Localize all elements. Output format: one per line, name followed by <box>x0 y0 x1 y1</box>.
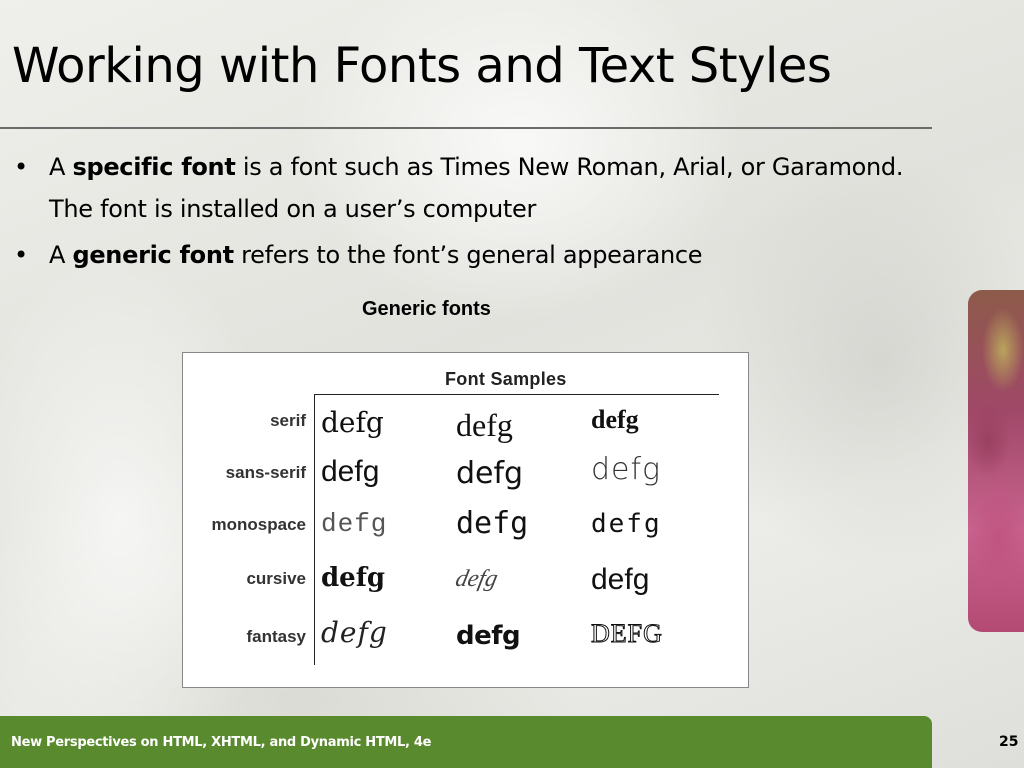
sample-cursive-1: defg <box>321 563 386 593</box>
footer-text: New Perspectives on HTML, XHTML, and Dyn… <box>11 735 432 750</box>
bullet-text-prefix: A <box>49 241 73 269</box>
row-label-serif: serif <box>270 411 306 430</box>
sample-serif-3: defg <box>591 405 639 434</box>
sample-cursive-2: defg <box>453 566 501 592</box>
bullet-text-rest: refers to the font’s general appearance <box>233 241 703 269</box>
figure-header-rule <box>314 394 719 395</box>
row-label-monospace: monospace <box>211 515 306 534</box>
bullet-marker: • <box>14 241 28 269</box>
sample-fantasy-2: defg <box>456 621 521 651</box>
bullet-list: • A specific font is a font such as Times… <box>14 146 914 280</box>
row-label-cursive: cursive <box>246 569 306 588</box>
page-number: 25 <box>999 734 1019 750</box>
sample-fantasy-1: defg <box>321 616 388 649</box>
figure-column-rule <box>314 394 315 665</box>
sample-serif-2: defg <box>456 407 513 443</box>
sample-monospace-2: defg <box>456 506 529 541</box>
sample-sans-serif-1: defg <box>321 455 380 488</box>
sample-cursive-3: defg <box>591 563 650 596</box>
bullet-text-prefix: A <box>49 153 73 181</box>
bullet-marker: • <box>14 153 28 181</box>
sample-fantasy-3: DEFG <box>591 619 663 648</box>
title-divider <box>0 127 932 129</box>
figure-caption: Generic fonts <box>362 298 491 320</box>
slide-title: Working with Fonts and Text Styles <box>12 38 832 94</box>
bullet-item: • A generic font refers to the font’s gen… <box>14 234 914 276</box>
footer-bar: New Perspectives on HTML, XHTML, and Dyn… <box>0 716 932 768</box>
bullet-term: specific font <box>72 153 236 181</box>
row-label-fantasy: fantasy <box>246 627 306 646</box>
font-samples-figure: Font Samples serif sans-serif monospace … <box>182 352 749 688</box>
sample-monospace-3: defg <box>591 509 662 539</box>
bullet-item: • A specific font is a font such as Times… <box>14 146 914 230</box>
sample-monospace-1: defg <box>321 509 388 539</box>
row-label-sans-serif: sans-serif <box>225 463 306 482</box>
bullet-term: generic font <box>72 241 234 269</box>
orchid-petal-image <box>968 290 1024 632</box>
sample-sans-serif-2: defg <box>456 456 524 491</box>
sample-sans-serif-3: defg <box>591 452 662 487</box>
sample-serif-1: defg <box>321 406 384 439</box>
figure-title: Font Samples <box>445 369 567 389</box>
